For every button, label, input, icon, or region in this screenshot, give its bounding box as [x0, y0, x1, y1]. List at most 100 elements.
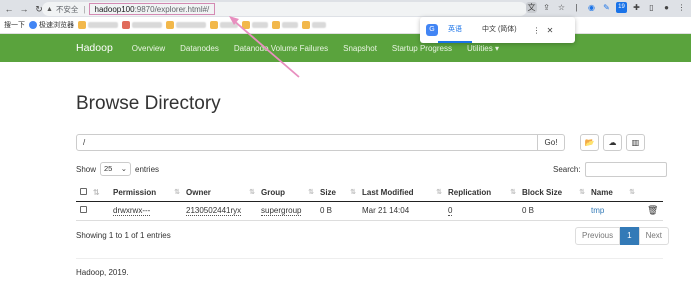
back-icon[interactable]: ←	[3, 3, 15, 15]
blurred-label	[220, 22, 238, 28]
col-owner[interactable]: Owner ⇅	[186, 184, 261, 202]
next-button[interactable]: Next	[638, 227, 670, 245]
menu-icon[interactable]: ⋮	[676, 2, 687, 13]
bookmark-item-blurred[interactable]	[242, 21, 268, 29]
nav-startup-progress[interactable]: Startup Progress	[392, 44, 452, 53]
browser-extensions: 文 ⇪ ☆ | ◉ ✎ 19 ✚ ▯ ● ⋮	[526, 2, 687, 13]
bookmark-icon	[29, 21, 37, 29]
page-1-button[interactable]: 1	[620, 227, 639, 245]
search-input[interactable]	[584, 162, 667, 177]
owner-value[interactable]: 2130502441ryx	[186, 206, 242, 216]
search-label: Search:	[553, 165, 581, 174]
bookmark-icon	[122, 21, 130, 29]
col-label: Owner	[186, 187, 211, 197]
col-size[interactable]: Size ⇅	[320, 184, 362, 202]
chevron-down-icon: ⌄	[120, 164, 128, 173]
cell-last-modified: Mar 21 14:04	[362, 201, 448, 221]
bookmark-item[interactable]: 极速浏览器	[29, 20, 74, 30]
bookmark-item-blurred[interactable]	[122, 21, 162, 29]
col-actions	[641, 184, 663, 202]
url-text[interactable]: hadoop100:9870/explorer.html#/	[88, 3, 216, 15]
nav-volume-failures[interactable]: Datanode Volume Failures	[234, 44, 328, 53]
extension-icon[interactable]: ✎	[601, 2, 612, 13]
previous-button[interactable]: Previous	[575, 227, 621, 245]
nav-snapshot[interactable]: Snapshot	[343, 44, 377, 53]
entries-select[interactable]: 25 ⌄	[100, 162, 132, 176]
blurred-label	[282, 22, 298, 28]
col-replication[interactable]: Replication ⇅	[448, 184, 522, 202]
blurred-label	[176, 22, 206, 28]
tab-english[interactable]: 英语	[438, 17, 472, 43]
create-folder-button[interactable]: 📂	[580, 134, 599, 151]
bookmark-label: 搜一下	[4, 22, 25, 29]
replication-value[interactable]: 0	[448, 206, 453, 216]
col-last-modified[interactable]: Last Modified ⇅	[362, 184, 448, 202]
more-options-icon[interactable]: ⋮	[533, 26, 541, 35]
star-icon[interactable]: ☆	[556, 2, 567, 13]
cell-permission: drwxrwx---	[113, 201, 186, 221]
address-bar[interactable]: ▲ 不安全 | hadoop100:9870/explorer.html#/	[42, 2, 527, 16]
bookmark-item-blurred[interactable]	[302, 21, 326, 29]
brand[interactable]: Hadoop	[76, 42, 113, 54]
select-all-header	[76, 184, 93, 202]
trash-icon[interactable]: 🗑	[647, 205, 658, 215]
translate-icon[interactable]: 文	[526, 2, 537, 13]
sort-icon: ⇅	[93, 187, 100, 197]
tab-chinese[interactable]: 中文 (简体)	[472, 17, 527, 43]
forward-icon[interactable]: →	[18, 3, 30, 15]
blurred-label	[252, 22, 268, 28]
blurred-label	[88, 22, 118, 28]
nav-datanodes[interactable]: Datanodes	[180, 44, 219, 53]
pagination: Previous 1 Next	[575, 227, 670, 245]
empty-cell	[93, 201, 113, 221]
divider	[76, 258, 663, 259]
sort-header[interactable]: ⇅	[93, 184, 113, 202]
path-input[interactable]: /	[76, 134, 538, 151]
separator: |	[83, 4, 86, 14]
entries-label: entries	[135, 164, 160, 174]
sort-icon: ⇅	[629, 189, 635, 196]
group-value[interactable]: supergroup	[261, 206, 302, 216]
share-icon[interactable]: ⇪	[541, 2, 552, 13]
col-label: Name	[591, 187, 613, 197]
cell-group: supergroup	[261, 201, 320, 221]
upload-button[interactable]: ☁	[603, 134, 622, 151]
col-label: Size	[320, 187, 337, 197]
bookmark-item-blurred[interactable]	[210, 21, 238, 29]
extension-icon[interactable]: ◉	[586, 2, 597, 13]
cloud-upload-icon: ☁	[608, 138, 617, 147]
bookmark-icon	[78, 21, 86, 29]
col-group[interactable]: Group ⇅	[261, 184, 320, 202]
puzzle-icon[interactable]: ✚	[631, 2, 642, 13]
cell-actions: 🗑	[641, 201, 663, 221]
name-link[interactable]: tmp	[591, 206, 604, 215]
insecure-label: 不安全	[55, 4, 79, 14]
bookmark-item[interactable]: 搜一下	[4, 20, 25, 30]
sort-icon: ⇅	[308, 189, 314, 196]
row-select-cell	[76, 201, 93, 221]
bookmark-item-blurred[interactable]	[78, 21, 118, 29]
select-all-checkbox[interactable]	[80, 187, 87, 195]
bookmarks-bar: 搜一下 极速浏览器	[0, 17, 691, 34]
bookmark-item-blurred[interactable]	[272, 21, 298, 29]
table-header-row: ⇅ Permission ⇅ Owner ⇅ Group ⇅ Size ⇅ Last M…	[76, 184, 663, 202]
sort-icon: ⇅	[436, 189, 442, 196]
go-button[interactable]: Go!	[538, 134, 565, 151]
nav-overview[interactable]: Overview	[132, 44, 165, 53]
col-permission[interactable]: Permission ⇅	[113, 184, 186, 202]
profile-icon[interactable]: ●	[661, 2, 672, 13]
show-label: Show	[76, 164, 97, 174]
bookmark-item-blurred[interactable]	[166, 21, 206, 29]
google-translate-icon: G	[426, 24, 438, 36]
nav-utilities[interactable]: Utilities ▾	[467, 44, 499, 53]
sidebar-icon[interactable]: ▯	[646, 2, 657, 13]
cut-paste-button[interactable]: ▥	[626, 134, 645, 151]
col-name[interactable]: Name ⇅	[591, 184, 641, 202]
row-checkbox[interactable]	[80, 206, 87, 213]
translate-popup: G 英语 中文 (简体) ⋮ ✕	[420, 17, 575, 43]
close-icon[interactable]: ✕	[547, 26, 554, 35]
permission-value[interactable]: drwxrwx---	[113, 206, 151, 216]
extension-badge-icon[interactable]: 19	[616, 2, 627, 13]
cell-name: tmp	[591, 201, 641, 221]
col-block-size[interactable]: Block Size ⇅	[522, 184, 591, 202]
